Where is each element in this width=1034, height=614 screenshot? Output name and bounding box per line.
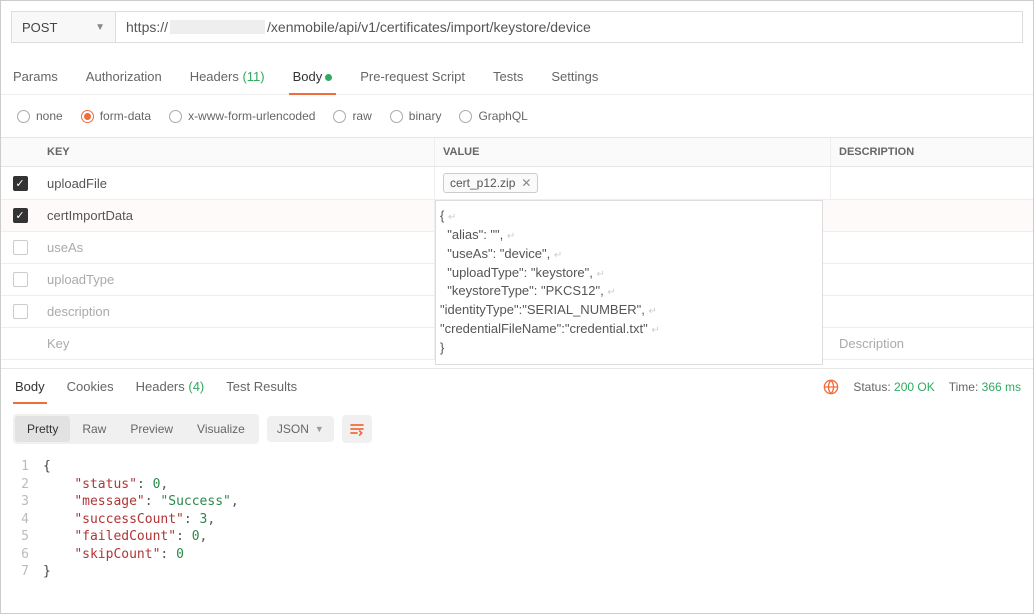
url-input[interactable]: https:///xenmobile/api/v1/certificates/i…: [116, 11, 1023, 43]
row-checkbox[interactable]: ✓: [13, 208, 28, 223]
modified-dot-icon: [325, 74, 332, 81]
chevron-down-icon: ▼: [95, 22, 105, 33]
row-checkbox[interactable]: [13, 240, 28, 255]
status-value: 200 OK: [894, 380, 935, 394]
key-cell[interactable]: certImportData: [39, 200, 435, 231]
radio-none[interactable]: none: [17, 109, 63, 123]
resp-tab-headers[interactable]: Headers (4): [134, 369, 207, 404]
view-preview[interactable]: Preview: [118, 416, 185, 442]
format-toolbar: Pretty Raw Preview Visualize JSON ▼: [1, 404, 1033, 454]
tab-tests[interactable]: Tests: [491, 63, 525, 94]
column-header-description: DESCRIPTION: [831, 138, 1033, 166]
value-cell[interactable]: cert_p12.zip ✕: [435, 167, 831, 199]
tab-prerequest[interactable]: Pre-request Script: [358, 63, 467, 94]
redacted-host: [170, 20, 265, 34]
language-select[interactable]: JSON ▼: [267, 416, 334, 442]
http-method-select[interactable]: POST ▼: [11, 11, 116, 43]
tab-authorization[interactable]: Authorization: [84, 63, 164, 94]
view-visualize[interactable]: Visualize: [185, 416, 257, 442]
view-pretty[interactable]: Pretty: [15, 416, 70, 442]
tab-settings[interactable]: Settings: [549, 63, 600, 94]
body-type-selector: none form-data x-www-form-urlencoded raw…: [1, 95, 1033, 137]
key-cell[interactable]: uploadFile: [39, 167, 435, 199]
row-checkbox[interactable]: [13, 304, 28, 319]
json-textarea[interactable]: { ↵ "alias": "", ↵ "useAs": "device", ↵ …: [435, 200, 823, 365]
key-cell[interactable]: uploadType: [39, 264, 435, 295]
form-data-table: KEY VALUE DESCRIPTION ✓ uploadFile cert_…: [1, 137, 1033, 360]
row-checkbox[interactable]: [13, 272, 28, 287]
tab-params[interactable]: Params: [11, 63, 60, 94]
response-body[interactable]: 1{2 "status": 0,3 "message": "Success",4…: [1, 454, 1033, 601]
wrap-lines-button[interactable]: [342, 415, 372, 443]
resp-tab-cookies[interactable]: Cookies: [65, 369, 116, 404]
table-row: ✓ certImportData { ↵ "alias": "", ↵ "use…: [1, 200, 1033, 232]
description-cell[interactable]: [831, 200, 1033, 231]
file-chip[interactable]: cert_p12.zip ✕: [443, 173, 538, 193]
radio-form-data[interactable]: form-data: [81, 109, 151, 123]
key-cell[interactable]: useAs: [39, 232, 435, 263]
table-row: ✓ uploadFile cert_p12.zip ✕: [1, 167, 1033, 200]
row-checkbox[interactable]: ✓: [13, 176, 28, 191]
radio-graphql[interactable]: GraphQL: [459, 109, 527, 123]
value-cell[interactable]: { ↵ "alias": "", ↵ "useAs": "device", ↵ …: [435, 200, 831, 231]
tab-headers[interactable]: Headers (11): [188, 63, 267, 94]
chevron-down-icon: ▼: [315, 424, 324, 434]
key-cell[interactable]: description: [39, 296, 435, 327]
new-key-input[interactable]: Key: [39, 328, 435, 359]
request-tabs: Params Authorization Headers (11) Body P…: [1, 53, 1033, 95]
radio-xwww[interactable]: x-www-form-urlencoded: [169, 109, 315, 123]
response-header: Body Cookies Headers (4) Test Results St…: [1, 368, 1033, 404]
globe-icon: [823, 379, 839, 395]
column-header-value: VALUE: [435, 138, 831, 166]
time-value: 366 ms: [982, 380, 1021, 394]
radio-raw[interactable]: raw: [333, 109, 371, 123]
description-cell[interactable]: [831, 167, 1033, 199]
close-icon[interactable]: ✕: [521, 176, 531, 190]
http-method-value: POST: [22, 20, 57, 35]
resp-tab-body[interactable]: Body: [13, 369, 47, 404]
column-header-key: KEY: [39, 138, 435, 166]
radio-binary[interactable]: binary: [390, 109, 442, 123]
tab-body[interactable]: Body: [291, 63, 335, 94]
view-raw[interactable]: Raw: [70, 416, 118, 442]
new-description-input[interactable]: Description: [831, 328, 1033, 359]
resp-tab-test-results[interactable]: Test Results: [224, 369, 299, 404]
